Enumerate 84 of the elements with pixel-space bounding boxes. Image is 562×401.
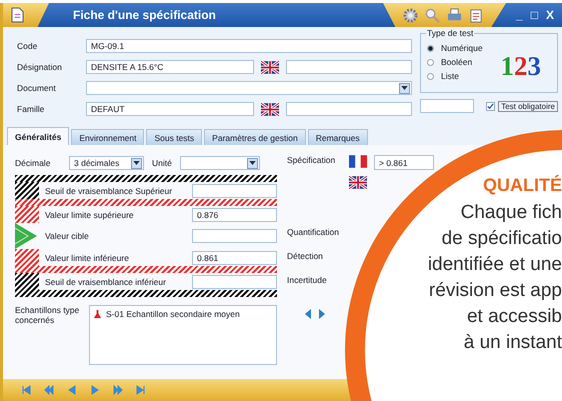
callout-text-line: de spécificatio — [442, 227, 562, 251]
navigation-arrow-icon[interactable] — [90, 385, 100, 395]
radio-label: Liste — [441, 71, 459, 81]
uk-flag-icon — [260, 102, 279, 116]
field-label: Famille — [17, 104, 46, 114]
radio-button[interactable] — [427, 44, 434, 52]
field-label: Incertitude — [287, 275, 328, 285]
field-label: Seuil de vraisemblance inférieur — [45, 276, 166, 286]
field-label: Désignation — [17, 62, 63, 72]
minimize-button[interactable]: _ — [516, 8, 523, 22]
limit-field[interactable] — [192, 274, 277, 288]
field-label: Code — [17, 41, 38, 51]
callout-text-line: Chaque fich — [460, 201, 562, 225]
translation-field[interactable] — [286, 102, 412, 116]
navigation-arrow-icon[interactable] — [136, 385, 146, 395]
specification-field[interactable]: > 0.861 — [374, 155, 434, 170]
right-arrow-icon[interactable] — [319, 309, 325, 319]
list-item[interactable]: S-01 Echantillon secondaire moyen — [93, 309, 273, 319]
famille-field[interactable]: DEFAUT — [86, 102, 254, 116]
document-icon — [11, 7, 24, 23]
caret-icon — [248, 161, 256, 165]
dropdown-button[interactable] — [246, 158, 258, 168]
navigation-arrow-icon[interactable] — [67, 385, 77, 395]
flask-icon — [93, 310, 102, 318]
field-label: Echantillons type concernés — [15, 305, 80, 327]
callout-text-line: et accessib — [466, 305, 562, 329]
decimal-dropdown[interactable]: 3 décimales — [69, 156, 144, 170]
window-title: Fiche d'une spécification — [72, 8, 216, 22]
outer-hatch-marker — [15, 273, 39, 290]
tab[interactable]: Généralités — [7, 127, 70, 145]
uk-flag-icon — [260, 60, 279, 74]
field-label: Valeur limite inférieure — [45, 252, 129, 262]
navigation-arrow-icon[interactable] — [44, 385, 54, 395]
callout-text-line: identifiée et une — [428, 253, 562, 277]
radio-label: Numérique — [441, 43, 483, 53]
notepad-icon[interactable] — [469, 8, 484, 22]
caret-icon — [133, 161, 140, 165]
field-label: Seuil de vraisemblance Supérieur — [45, 186, 172, 196]
left-arrow-icon[interactable] — [305, 309, 311, 319]
maximize-button[interactable]: □ — [530, 8, 538, 22]
navigation-arrow-icon[interactable] — [113, 385, 123, 395]
search-icon[interactable] — [425, 8, 440, 22]
settings-icon[interactable] — [403, 8, 418, 22]
field-label: Document — [17, 83, 57, 93]
field-label: Quantification — [287, 227, 340, 237]
printer-icon[interactable] — [447, 8, 462, 22]
uk-flag-icon — [349, 176, 367, 189]
field-label: Valeur cible — [45, 231, 89, 241]
code-field[interactable]: MG-09.1 — [86, 39, 412, 53]
field-label: Spécification — [287, 155, 336, 165]
caret-icon — [401, 86, 408, 90]
field-label: Valeur limite supérieure — [45, 210, 134, 220]
field-label: Unité — [152, 158, 172, 168]
dropdown-button[interactable] — [399, 82, 410, 94]
radio-button[interactable] — [427, 72, 434, 80]
inner-hatch-marker — [15, 206, 39, 223]
outer-hatch-marker — [15, 182, 39, 199]
limit-field[interactable]: 0.861 — [192, 250, 277, 264]
navigation-arrow-icon[interactable] — [21, 385, 31, 395]
radio-label: Booléen — [441, 57, 472, 67]
callout-title: QUALITÉ — [483, 174, 562, 197]
field-label: Décimale — [15, 158, 52, 168]
target-chevron-icon — [15, 223, 39, 249]
group-legend: Type de test — [426, 28, 474, 38]
callout-text-line: révision est app — [428, 279, 562, 303]
radio-button[interactable] — [427, 58, 434, 66]
close-button[interactable]: X — [546, 8, 554, 22]
callout-text-line: à un instant — [464, 331, 562, 355]
check-icon — [487, 102, 494, 110]
number-logo: 123 — [500, 50, 541, 82]
limit-field[interactable] — [192, 229, 277, 243]
field-label: Détection — [287, 251, 324, 261]
tab[interactable]: Remarques — [308, 129, 368, 145]
dropdown-button[interactable] — [131, 158, 142, 168]
translation-field[interactable] — [286, 60, 412, 74]
tab[interactable]: Sous tests — [146, 129, 202, 145]
tab[interactable]: Paramètres de gestion — [204, 129, 306, 145]
inner-hatch-marker — [15, 249, 39, 266]
limit-field[interactable] — [192, 184, 277, 198]
limit-field[interactable]: 0.876 — [192, 208, 277, 222]
french-flag-icon — [349, 155, 367, 168]
tab[interactable]: Environnement — [71, 129, 144, 145]
designation-field[interactable]: DENSITE A 15.6°C — [86, 60, 254, 74]
small-field[interactable] — [420, 99, 474, 113]
